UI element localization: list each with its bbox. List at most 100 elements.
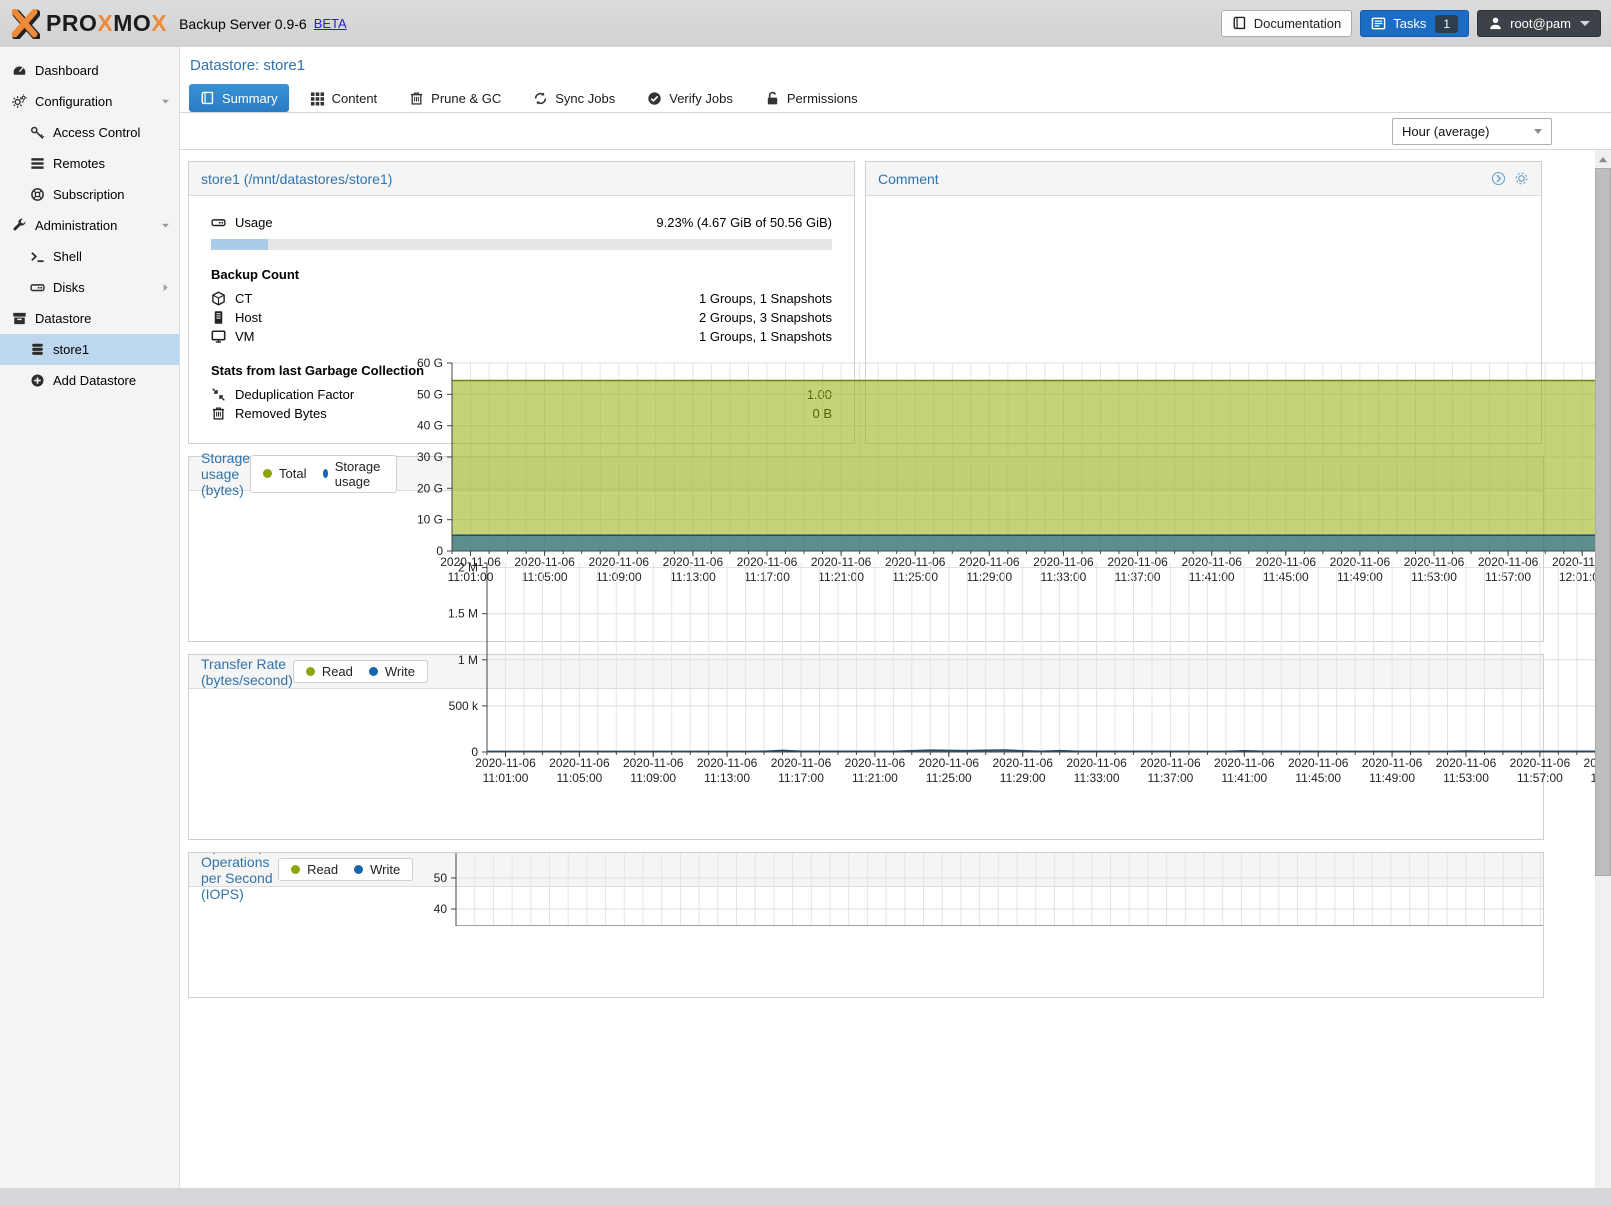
legend-label: Write: [370, 862, 400, 877]
svg-text:60: 60: [434, 852, 448, 854]
sidebar-item-label: Shell: [53, 249, 82, 264]
legend-item[interactable]: Write: [369, 664, 415, 679]
sidebar-item-store1[interactable]: store1: [0, 334, 179, 365]
scrollbar-thumb[interactable]: [1595, 168, 1611, 876]
cube-icon: [211, 291, 226, 306]
caret-down-icon[interactable]: [160, 220, 171, 231]
gear-icon[interactable]: [1514, 171, 1529, 186]
sidebar-item-label: Configuration: [35, 94, 112, 109]
svg-text:2020-11-06: 2020-11-06: [1436, 756, 1497, 770]
tab-prune-gc[interactable]: Prune & GC: [398, 84, 512, 112]
tab-verify-jobs[interactable]: Verify Jobs: [636, 84, 744, 112]
caret-right-icon[interactable]: [160, 282, 171, 293]
backup-count-heading: Backup Count: [211, 267, 832, 282]
svg-text:2020-11-06: 2020-11-06: [697, 756, 758, 770]
usage-progress-bar: [211, 239, 832, 250]
sidebar-item-administration[interactable]: Administration: [0, 210, 179, 241]
legend-label: Read: [322, 664, 353, 679]
list-icon: [29, 156, 45, 171]
chart-legend: Read Write: [278, 858, 413, 881]
svg-text:11:09:00: 11:09:00: [630, 771, 676, 785]
check-circle-icon: [647, 91, 662, 106]
proxmox-wordmark: PROXMOX: [46, 10, 167, 37]
chart-legend: Read Write: [293, 660, 428, 683]
svg-text:1.5 M: 1.5 M: [448, 606, 478, 620]
sidebar-item-label: Subscription: [53, 187, 125, 202]
transfer-rate-chart-panel: Transfer Rate (bytes/second) Read Write …: [188, 654, 1544, 840]
chart-toolbar: Hour (average): [180, 113, 1611, 150]
usage-label: Usage: [235, 215, 273, 230]
legend-dot-icon: [354, 865, 363, 874]
sidebar-item-label: Add Datastore: [53, 373, 136, 388]
product-subtitle: Backup Server 0.9-6: [179, 16, 307, 32]
legend-item[interactable]: Read: [306, 664, 353, 679]
tasks-label: Tasks: [1393, 16, 1426, 31]
sidebar-item-shell[interactable]: Shell: [0, 241, 179, 272]
backup-count-row-host: Host 2 Groups, 3 Snapshots: [211, 308, 832, 327]
documentation-button[interactable]: Documentation: [1221, 10, 1352, 37]
panel-title: Comment: [878, 171, 939, 187]
plus-circle-icon: [29, 373, 45, 388]
caret-down-icon[interactable]: [160, 96, 171, 107]
backup-count-row-vm: VM 1 Groups, 1 Snapshots: [211, 327, 832, 346]
svg-text:2020-11-06: 2020-11-06: [1066, 756, 1127, 770]
legend-item[interactable]: Write: [354, 862, 400, 877]
legend-dot-icon: [369, 667, 378, 676]
chart-title: Transfer Rate (bytes/second): [201, 656, 293, 688]
svg-text:11:29:00: 11:29:00: [1000, 771, 1046, 785]
sidebar-item-configuration[interactable]: Configuration: [0, 86, 179, 117]
svg-text:20 G: 20 G: [417, 481, 443, 495]
sidebar-item-access-control[interactable]: Access Control: [0, 117, 179, 148]
chart-title: Input/Output Operations per Second (IOPS…: [201, 852, 278, 902]
row-label: Removed Bytes: [235, 406, 327, 421]
minus-circle-icon[interactable]: 405060: [422, 852, 1544, 926]
tab-sync-jobs[interactable]: Sync Jobs: [522, 84, 626, 112]
monitor-icon: [211, 329, 226, 344]
range-select-value: Hour (average): [1402, 124, 1489, 139]
tab-content[interactable]: Content: [299, 84, 389, 112]
legend-item[interactable]: Read: [291, 862, 338, 877]
beta-link[interactable]: BETA: [314, 16, 347, 31]
sidebar-item-disks[interactable]: Disks: [0, 272, 179, 303]
row-label: Deduplication Factor: [235, 387, 354, 402]
iops-chart-panel: Input/Output Operations per Second (IOPS…: [188, 852, 1544, 998]
svg-text:2020-11-06: 2020-11-06: [1288, 756, 1349, 770]
legend-item[interactable]: Total: [263, 466, 306, 481]
tab-summary[interactable]: Summary: [189, 84, 289, 112]
legend-label: Total: [279, 466, 306, 481]
backup-count-row-ct: CT 1 Groups, 1 Snapshots: [211, 289, 832, 308]
row-label: VM: [235, 329, 255, 344]
sidebar-item-add-datastore[interactable]: Add Datastore: [0, 365, 179, 396]
row-label: CT: [235, 291, 252, 306]
tab-permissions[interactable]: Permissions: [754, 84, 869, 112]
svg-text:40: 40: [434, 902, 448, 916]
legend-item[interactable]: Storage usage: [323, 459, 385, 489]
svg-text:500 k: 500 k: [449, 698, 479, 712]
tab-bar: Summary Content Prune & GC Sync Jobs Ver…: [180, 84, 1611, 112]
svg-text:1 M: 1 M: [458, 652, 478, 666]
tasks-button[interactable]: Tasks 1: [1360, 10, 1469, 37]
sidebar-item-dashboard[interactable]: Dashboard: [0, 55, 179, 86]
minus-circle-icon[interactable]: 0500 k1 M1.5 M2 M2020-11-0611:01:002020-…: [437, 547, 1611, 797]
tasks-count-badge: 1: [1435, 15, 1458, 33]
svg-text:30 G: 30 G: [417, 450, 443, 464]
tab-label: Summary: [222, 91, 278, 106]
legend-dot-icon: [263, 469, 272, 478]
svg-text:40 G: 40 G: [417, 419, 443, 433]
sidebar-item-remotes[interactable]: Remotes: [0, 148, 179, 179]
task-list-icon: [1371, 16, 1386, 31]
sidebar-item-subscription[interactable]: Subscription: [0, 179, 179, 210]
key-icon: [29, 125, 45, 140]
svg-text:11:13:00: 11:13:00: [704, 771, 750, 785]
row-value: 2 Groups, 3 Snapshots: [699, 310, 832, 325]
sidebar-item-datastore[interactable]: Datastore: [0, 303, 179, 334]
svg-text:11:57:00: 11:57:00: [1517, 771, 1563, 785]
vertical-scrollbar[interactable]: [1595, 150, 1611, 1206]
bottom-scrollbar-strip[interactable]: [0, 1188, 1611, 1206]
tab-label: Permissions: [787, 91, 858, 106]
chevron-circle-right-icon[interactable]: [1491, 171, 1506, 186]
user-menu-button[interactable]: root@pam: [1477, 10, 1601, 37]
range-select[interactable]: Hour (average): [1392, 118, 1552, 145]
row-label: Host: [235, 310, 262, 325]
unlock-icon: [765, 91, 780, 106]
